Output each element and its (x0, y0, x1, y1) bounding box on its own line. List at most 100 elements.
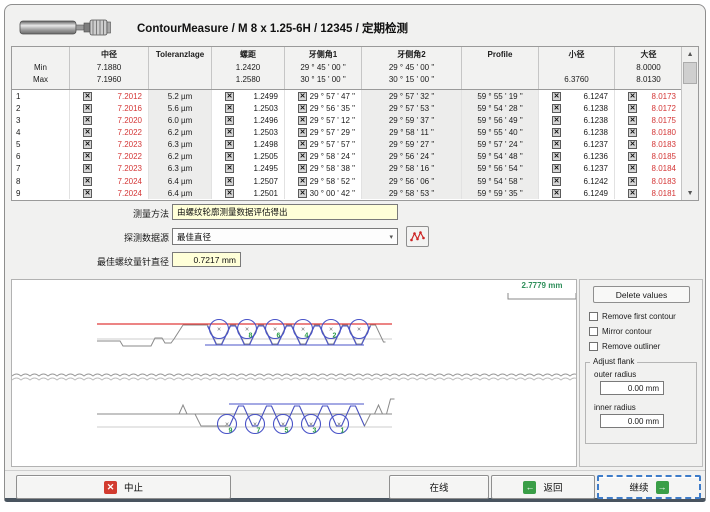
table-cell: 59 ° 55 ' 40 " (462, 126, 539, 138)
checkbox-empty-icon[interactable] (589, 327, 598, 336)
checkbox-checked-icon[interactable]: ✕ (628, 177, 637, 186)
checkbox-checked-icon[interactable]: ✕ (225, 128, 234, 137)
checkbox-empty-icon[interactable] (589, 342, 598, 351)
delete-values-button[interactable]: Delete values (593, 286, 690, 303)
row-number: 8 (12, 175, 70, 187)
checkbox-checked-icon[interactable]: ✕ (225, 152, 234, 161)
checkbox-checked-icon[interactable]: ✕ (628, 189, 637, 198)
back-button[interactable]: ← 返回 (491, 475, 595, 499)
cell-value: 1.2501 (254, 189, 278, 198)
table-cell: ✕29 ° 57 ' 47 " (285, 90, 362, 102)
row-number: 1 (12, 90, 70, 102)
checkbox-checked-icon[interactable]: ✕ (225, 189, 234, 198)
online-status-button[interactable]: 在线 (389, 475, 489, 499)
cell-value: 8.0175 (652, 116, 676, 125)
checkbox-checked-icon[interactable]: ✕ (628, 116, 637, 125)
table-row: 9✕7.20246.4 µm✕1.2501✕30 ° 00 ' 42 "29 °… (12, 187, 681, 199)
checkbox-checked-icon[interactable]: ✕ (225, 92, 234, 101)
scroll-down-icon[interactable]: ▼ (682, 186, 698, 200)
checkbox-checked-icon[interactable]: ✕ (298, 152, 307, 161)
table-cell: 29 ° 58 ' 11 " (362, 126, 462, 138)
source-dropdown[interactable]: 最佳直径 ▾ (172, 228, 398, 245)
cell-value: 29 ° 56 ' 24 " (389, 152, 434, 161)
checkbox-checked-icon[interactable]: ✕ (628, 140, 637, 149)
checkbox-checked-icon[interactable]: ✕ (552, 189, 561, 198)
checkbox-empty-icon[interactable] (589, 312, 598, 321)
back-label: 返回 (543, 480, 562, 494)
checkbox-checked-icon[interactable]: ✕ (552, 140, 561, 149)
cell-value: 1.2496 (254, 116, 278, 125)
outer-radius-label: outer radius (594, 370, 636, 379)
outer-radius-input[interactable]: 0.00 mm (600, 381, 664, 395)
continue-button[interactable]: 继续 → (597, 475, 701, 499)
checkbox-checked-icon[interactable]: ✕ (83, 140, 92, 149)
cell-value: 29 ° 58 ' 16 " (389, 164, 434, 173)
checkbox-checked-icon[interactable]: ✕ (225, 164, 234, 173)
scrollbar-thumb[interactable] (683, 62, 697, 84)
remove-outliner-checkbox[interactable]: Remove outliner (589, 342, 660, 351)
column-max: 8.0130 (615, 74, 681, 87)
checkbox-checked-icon[interactable]: ✕ (298, 116, 307, 125)
checkbox-checked-icon[interactable]: ✕ (83, 116, 92, 125)
table-cell: ✕1.2505 (212, 151, 285, 163)
method-input[interactable]: 由螺纹轮廓测量数据评估得出 (172, 204, 398, 220)
table-header-cell: 牙侧角229 ° 45 ' 00 "30 ° 15 ' 00 " (362, 47, 462, 89)
cell-value: 8.0185 (652, 152, 676, 161)
checkbox-checked-icon[interactable]: ✕ (298, 104, 307, 113)
table-cell: ✕1.2499 (212, 90, 285, 102)
table-header-cell: 螺距1.24201.2580 (212, 47, 285, 89)
chevron-down-icon: ▾ (389, 233, 393, 241)
checkbox-checked-icon[interactable]: ✕ (628, 164, 637, 173)
checkbox-checked-icon[interactable]: ✕ (83, 152, 92, 161)
checkbox-checked-icon[interactable]: ✕ (628, 92, 637, 101)
checkbox-checked-icon[interactable]: ✕ (225, 140, 234, 149)
checkbox-checked-icon[interactable]: ✕ (628, 152, 637, 161)
inner-radius-value: 0.00 mm (628, 417, 659, 426)
cell-value: 7.2022 (118, 128, 142, 137)
checkbox-checked-icon[interactable]: ✕ (298, 177, 307, 186)
table-row: 5✕7.20236.3 µm✕1.2498✕29 ° 57 ' 57 "29 °… (12, 139, 681, 151)
checkbox-checked-icon[interactable]: ✕ (83, 164, 92, 173)
probe-points-button[interactable] (406, 226, 429, 247)
checkbox-checked-icon[interactable]: ✕ (628, 104, 637, 113)
checkbox-checked-icon[interactable]: ✕ (225, 177, 234, 186)
checkbox-checked-icon[interactable]: ✕ (552, 104, 561, 113)
wire-diameter-input[interactable]: 0.7217 mm (172, 252, 241, 267)
checkbox-label: Mirror contour (602, 327, 652, 336)
dimension-bracket (508, 293, 576, 299)
contour-plot[interactable]: 2.7779 mm ××8×6×4×2× (11, 279, 577, 467)
table-cell: 59 ° 54 ' 58 " (462, 175, 539, 187)
checkbox-checked-icon[interactable]: ✕ (552, 128, 561, 137)
checkbox-checked-icon[interactable]: ✕ (298, 128, 307, 137)
checkbox-checked-icon[interactable]: ✕ (552, 92, 561, 101)
checkbox-checked-icon[interactable]: ✕ (298, 92, 307, 101)
cell-value: 8.0183 (652, 140, 676, 149)
checkbox-checked-icon[interactable]: ✕ (83, 189, 92, 198)
checkbox-checked-icon[interactable]: ✕ (83, 177, 92, 186)
checkbox-checked-icon[interactable]: ✕ (298, 140, 307, 149)
table-cell: ✕1.2495 (212, 163, 285, 175)
column-min: 8.0000 (615, 62, 681, 75)
checkbox-checked-icon[interactable]: ✕ (552, 152, 561, 161)
checkbox-checked-icon[interactable]: ✕ (552, 177, 561, 186)
cell-value: 59 ° 54 ' 48 " (477, 152, 522, 161)
table-scrollbar[interactable]: ▲ ▼ (681, 47, 698, 200)
mirror-contour-checkbox[interactable]: Mirror contour (589, 327, 652, 336)
checkbox-checked-icon[interactable]: ✕ (225, 104, 234, 113)
checkbox-checked-icon[interactable]: ✕ (628, 128, 637, 137)
checkbox-checked-icon[interactable]: ✕ (83, 92, 92, 101)
checkbox-checked-icon[interactable]: ✕ (552, 164, 561, 173)
checkbox-checked-icon[interactable]: ✕ (552, 116, 561, 125)
checkbox-checked-icon[interactable]: ✕ (298, 189, 307, 198)
cell-value: 29 ° 57 ' 29 " (310, 128, 355, 137)
cell-value: 7.2023 (118, 164, 142, 173)
abort-button[interactable]: ✕ 中止 (16, 475, 231, 499)
checkbox-checked-icon[interactable]: ✕ (225, 116, 234, 125)
checkbox-checked-icon[interactable]: ✕ (83, 104, 92, 113)
scroll-up-icon[interactable]: ▲ (682, 47, 698, 61)
checkbox-checked-icon[interactable]: ✕ (298, 164, 307, 173)
checkbox-checked-icon[interactable]: ✕ (83, 128, 92, 137)
inner-radius-input[interactable]: 0.00 mm (600, 414, 664, 428)
measurement-table: MinMax中径7.18807.1960Toleranzlage 螺距1.242… (11, 46, 699, 201)
remove-first-contour-checkbox[interactable]: Remove first contour (589, 312, 676, 321)
